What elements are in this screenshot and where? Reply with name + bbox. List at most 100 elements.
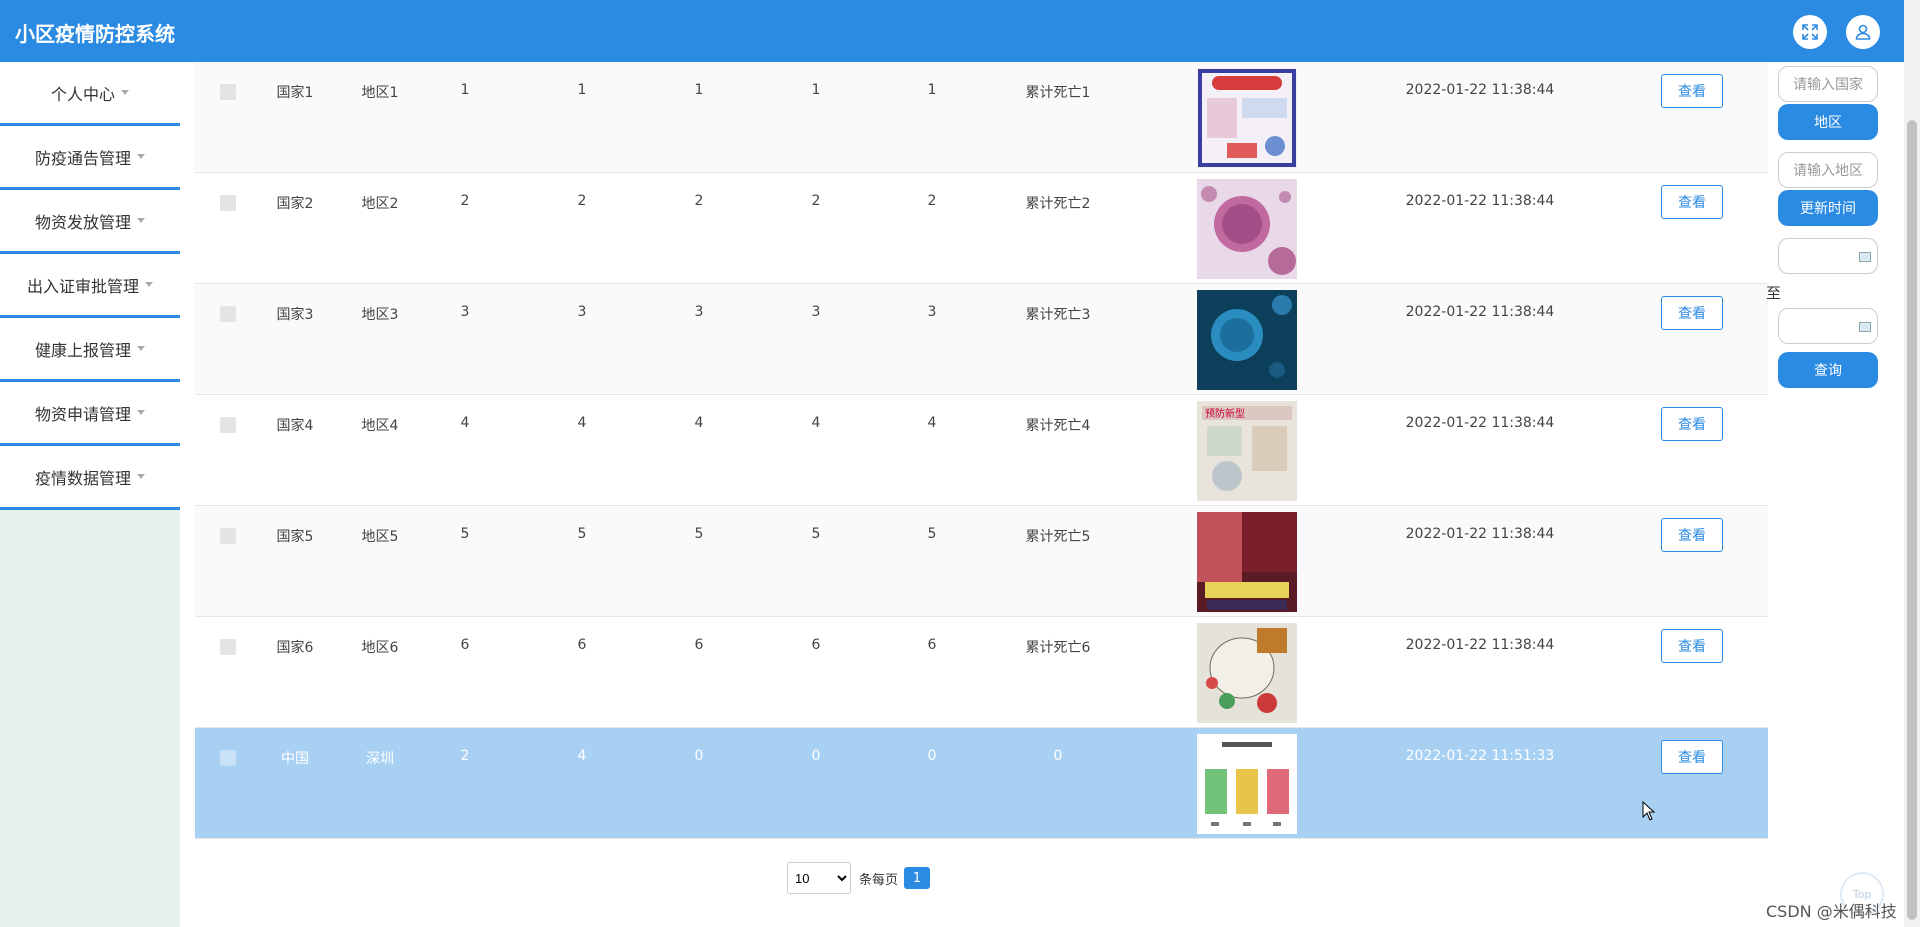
country-cell: 国家6: [276, 640, 314, 656]
sidebar-item-health-report[interactable]: 健康上报管理: [0, 318, 180, 382]
value-cell: 0: [694, 748, 704, 764]
value-cell: 0: [927, 748, 937, 764]
region-cell: 地区4: [361, 418, 399, 434]
sidebar-item-pass-approval[interactable]: 出入证审批管理: [0, 254, 180, 318]
deaths-cell: 累计死亡1: [1025, 85, 1091, 101]
update-time-cell: 2022-01-22 11:38:44: [1405, 637, 1555, 653]
update-time-cell: 2022-01-22 11:38:44: [1405, 193, 1555, 209]
row-checkbox[interactable]: [220, 639, 236, 655]
start-date-input[interactable]: [1778, 238, 1878, 274]
watermark: CSDN @米偶科技: [1766, 902, 1897, 921]
row-checkbox[interactable]: [220, 750, 236, 766]
value-cell: 1: [460, 82, 470, 98]
update-time-button[interactable]: 更新时间: [1778, 190, 1878, 226]
row-checkbox[interactable]: [220, 306, 236, 322]
sidebar-item-label: 健康上报管理: [34, 340, 131, 360]
region-cell: 深圳: [366, 751, 394, 767]
region-search-input[interactable]: 请输入地区: [1778, 152, 1878, 188]
sidebar-item-label: 疫情数据管理: [34, 468, 131, 488]
value-cell: 4: [694, 415, 704, 431]
value-cell: 3: [694, 304, 704, 320]
value-cell: 5: [927, 526, 937, 542]
region-cell: 地区2: [361, 196, 399, 212]
value-cell: 2: [460, 748, 470, 764]
caret-down-icon: [137, 346, 145, 351]
table-row[interactable]: 国家1 地区1 1 1 1 1 1 累计死亡1 2022-01-22 11:38:44 查看: [195, 62, 1768, 173]
value-cell: 1: [927, 82, 937, 98]
expand-icon: [1802, 24, 1818, 40]
value-cell: 4: [460, 415, 470, 431]
table-row[interactable]: 国家2 地区2 2 2 2 2 2 累计死亡2 2022-01-22 11:38:44 查看: [195, 173, 1768, 284]
user-button[interactable]: [1846, 15, 1880, 49]
table-row[interactable]: 国家5 地区5 5 5 5 5 5 累计死亡5 2022-01-22 11:38:44 查看: [195, 506, 1768, 617]
value-cell: 2: [811, 193, 821, 209]
view-button[interactable]: 查看: [1661, 185, 1723, 219]
row-image: 预防新型: [1197, 401, 1297, 501]
update-time-cell: 2022-01-22 11:51:33: [1405, 748, 1555, 764]
sidebar-item-label: 物资发放管理: [34, 212, 131, 232]
table-row[interactable]: 国家6 地区6 6 6 6 6 6 累计死亡6 2022-01-22 11:38:44 查看: [195, 617, 1768, 728]
value-cell: 2: [577, 193, 587, 209]
deaths-cell: 累计死亡5: [1025, 529, 1091, 545]
view-button[interactable]: 查看: [1661, 407, 1723, 441]
value-cell: 6: [460, 637, 470, 653]
top-header: 小区疫情防控系统: [0, 0, 1904, 62]
country-search-input[interactable]: 请输入国家: [1778, 66, 1878, 102]
view-button[interactable]: 查看: [1661, 740, 1723, 774]
sidebar-item-notices[interactable]: 防疫通告管理: [0, 126, 180, 190]
value-cell: 1: [811, 82, 821, 98]
view-button[interactable]: 查看: [1661, 518, 1723, 552]
deaths-cell: 累计死亡2: [1025, 196, 1091, 212]
region-button[interactable]: 地区: [1778, 104, 1878, 140]
region-cell: 地区3: [361, 307, 399, 323]
table-row[interactable]: 中国 深圳 2 4 0 0 0 0 2022-01-22 11:51:33 查看: [195, 728, 1768, 839]
row-checkbox[interactable]: [220, 195, 236, 211]
table-row[interactable]: 国家3 地区3 3 3 3 3 3 累计死亡3 2022-01-22 11:38:44 查看: [195, 284, 1768, 395]
value-cell: 6: [694, 637, 704, 653]
value-cell: 0: [811, 748, 821, 764]
country-cell: 国家3: [276, 307, 314, 323]
sidebar-item-supply-distribution[interactable]: 物资发放管理: [0, 190, 180, 254]
country-cell: 国家5: [276, 529, 314, 545]
region-cell: 地区6: [361, 640, 399, 656]
table-row[interactable]: 国家4 地区4 4 4 4 4 4 累计死亡4 2022-01-22 11:38:44 预防新型 查…: [195, 395, 1768, 506]
deaths-cell: 0: [1053, 748, 1063, 764]
pagination: 10 条每页 1: [787, 862, 931, 894]
value-cell: 6: [577, 637, 587, 653]
deaths-cell: 累计死亡6: [1025, 640, 1091, 656]
sidebar-item-label: 出入证审批管理: [26, 276, 139, 296]
sidebar-item-personal-center[interactable]: 个人中心: [0, 62, 180, 126]
row-checkbox[interactable]: [220, 528, 236, 544]
value-cell: 3: [927, 304, 937, 320]
fullscreen-button[interactable]: [1793, 15, 1827, 49]
caret-down-icon: [137, 474, 145, 479]
update-time-cell: 2022-01-22 11:38:44: [1405, 526, 1555, 542]
row-checkbox[interactable]: [220, 417, 236, 433]
page-size-select[interactable]: 10: [787, 862, 851, 894]
query-button[interactable]: 查询: [1778, 352, 1878, 388]
caret-down-icon: [137, 410, 145, 415]
value-cell: 2: [927, 193, 937, 209]
calendar-icon: [1859, 322, 1871, 332]
value-cell: 3: [460, 304, 470, 320]
row-checkbox[interactable]: [220, 84, 236, 100]
sidebar-item-epidemic-data[interactable]: 疫情数据管理: [0, 446, 180, 510]
data-table: 国家1 地区1 1 1 1 1 1 累计死亡1 2022-01-22 11:38:44 查看 国家2…: [195, 62, 1768, 839]
user-icon: [1855, 24, 1871, 40]
page-scrollbar[interactable]: [1904, 0, 1920, 927]
value-cell: 5: [694, 526, 704, 542]
sidebar-item-supply-request[interactable]: 物资申请管理: [0, 382, 180, 446]
caret-down-icon: [137, 154, 145, 159]
view-button[interactable]: 查看: [1661, 296, 1723, 330]
view-button[interactable]: 查看: [1661, 629, 1723, 663]
app-title: 小区疫情防控系统: [15, 22, 175, 46]
value-cell: 5: [811, 526, 821, 542]
scrollbar-thumb[interactable]: [1907, 120, 1917, 920]
value-cell: 6: [927, 637, 937, 653]
view-button[interactable]: 查看: [1661, 74, 1723, 108]
sidebar-item-label: 防疫通告管理: [34, 148, 131, 168]
end-date-input[interactable]: [1778, 308, 1878, 344]
country-cell: 国家2: [276, 196, 314, 212]
page-number-button[interactable]: 1: [904, 867, 931, 889]
row-image: [1197, 68, 1297, 168]
